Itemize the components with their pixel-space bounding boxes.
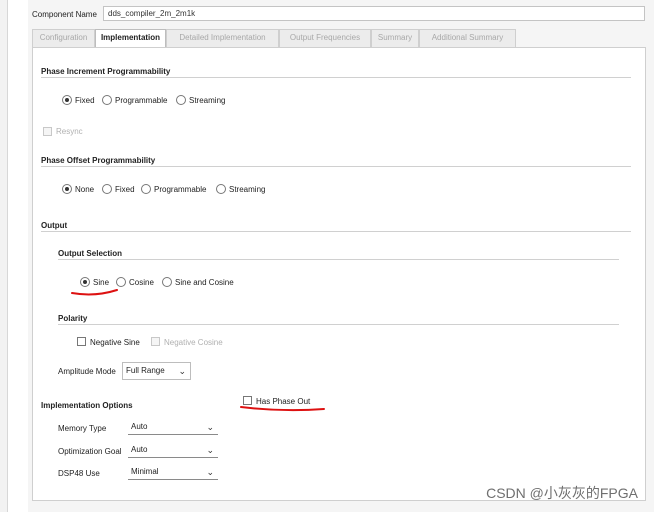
optimization-goal-label: Optimization Goal <box>58 447 122 456</box>
chevron-down-icon: ⌄ <box>206 467 214 477</box>
negative-cosine-checkbox[interactable] <box>151 337 160 346</box>
phase-off-none-label: None <box>75 185 95 194</box>
tab-implementation[interactable]: Implementation <box>95 29 166 48</box>
dsp48-use-label: DSP48 Use <box>58 469 100 478</box>
phase-increment-title: Phase Increment Programmability <box>41 67 171 76</box>
phase-inc-fixed-label: Fixed <box>75 96 95 105</box>
amplitude-mode-value: Full Range <box>126 366 165 375</box>
phase-off-fixed-label: Fixed <box>115 185 135 194</box>
dsp48-use-select[interactable]: Minimal ⌄ <box>128 465 218 480</box>
negative-sine-label: Negative Sine <box>90 338 140 347</box>
tab-additional-summary[interactable]: Additional Summary <box>419 29 516 47</box>
section-divider <box>41 77 631 78</box>
amplitude-mode-select[interactable]: Full Range ⌄ <box>122 362 191 380</box>
phase-off-programmable-radio[interactable] <box>141 184 151 194</box>
tab-output-frequencies[interactable]: Output Frequencies <box>279 29 371 47</box>
section-divider <box>58 324 619 325</box>
implementation-options-title: Implementation Options <box>41 401 133 410</box>
dsp48-use-value: Minimal <box>131 467 159 476</box>
memory-type-value: Auto <box>131 422 148 431</box>
red-underline-annotation <box>240 406 325 412</box>
phase-offset-title: Phase Offset Programmability <box>41 156 156 165</box>
optimization-goal-select[interactable]: Auto ⌄ <box>128 443 218 458</box>
implementation-tab-content <box>32 47 646 501</box>
chevron-down-icon: ⌄ <box>206 445 214 455</box>
component-name-label: Component Name <box>32 10 97 19</box>
left-panel-edge <box>0 0 8 512</box>
negative-cosine-label: Negative Cosine <box>164 338 223 347</box>
phase-inc-streaming-radio[interactable] <box>176 95 186 105</box>
component-name-field[interactable]: dds_compiler_2m_2m1k <box>103 6 645 21</box>
resync-label: Resync <box>56 127 83 136</box>
section-divider <box>58 259 619 260</box>
phase-inc-programmable-radio[interactable] <box>102 95 112 105</box>
section-divider <box>41 166 631 167</box>
chevron-down-icon: ⌄ <box>178 366 186 376</box>
phase-inc-fixed-radio[interactable] <box>62 95 72 105</box>
phase-off-fixed-radio[interactable] <box>102 184 112 194</box>
tab-detailed-implementation[interactable]: Detailed Implementation <box>166 29 279 47</box>
output-cosine-label: Cosine <box>129 278 154 287</box>
polarity-title: Polarity <box>58 314 88 323</box>
red-underline-annotation <box>71 289 118 296</box>
phase-inc-streaming-label: Streaming <box>189 96 226 105</box>
tab-configuration[interactable]: Configuration <box>32 29 95 47</box>
output-title: Output <box>41 221 68 230</box>
phase-off-streaming-radio[interactable] <box>216 184 226 194</box>
phase-off-programmable-label: Programmable <box>154 185 207 194</box>
output-sine-and-cosine-label: Sine and Cosine <box>175 278 234 287</box>
phase-off-none-radio[interactable] <box>62 184 72 194</box>
resync-checkbox[interactable] <box>43 127 52 136</box>
memory-type-label: Memory Type <box>58 424 107 433</box>
optimization-goal-value: Auto <box>131 445 148 454</box>
watermark: CSDN @小灰灰的FPGA <box>486 485 638 501</box>
phase-inc-programmable-label: Programmable <box>115 96 168 105</box>
phase-off-streaming-label: Streaming <box>229 185 266 194</box>
output-sine-and-cosine-radio[interactable] <box>162 277 172 287</box>
amplitude-mode-label: Amplitude Mode <box>58 367 116 376</box>
negative-sine-checkbox[interactable] <box>77 337 86 346</box>
output-selection-title: Output Selection <box>58 249 122 258</box>
memory-type-select[interactable]: Auto ⌄ <box>128 420 218 435</box>
chevron-down-icon: ⌄ <box>206 422 214 432</box>
tab-summary[interactable]: Summary <box>371 29 419 47</box>
section-divider <box>41 231 631 232</box>
